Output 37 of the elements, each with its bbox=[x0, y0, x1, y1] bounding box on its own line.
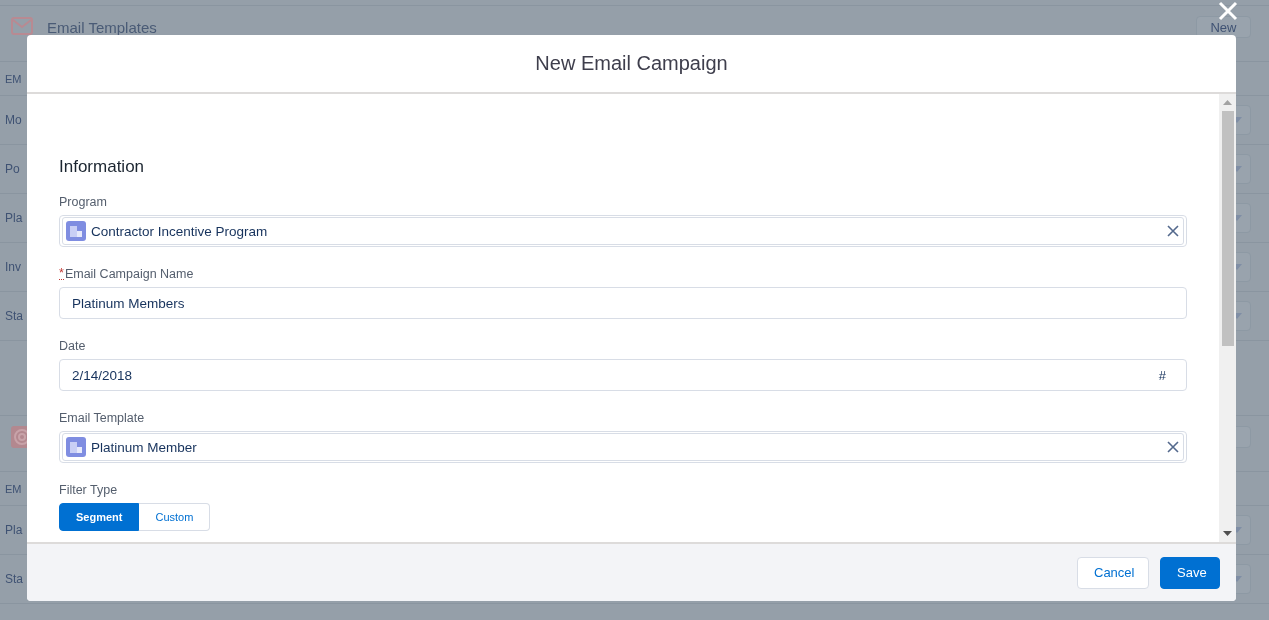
lookup-field[interactable]: Contractor Incentive Program bbox=[59, 215, 1187, 247]
record-icon bbox=[66, 437, 86, 457]
row-text: Inv bbox=[5, 260, 21, 274]
row-text: Sta bbox=[5, 572, 23, 586]
card-title: Email Templates bbox=[47, 19, 157, 36]
lookup-value: Platinum Member bbox=[91, 439, 198, 455]
filter-type-toggle[interactable]: Segment bbox=[59, 503, 140, 531]
envelope-icon bbox=[11, 16, 33, 36]
column-header: EM bbox=[5, 482, 22, 495]
required-mark: * bbox=[59, 267, 64, 280]
field-label: Email Template bbox=[59, 411, 145, 425]
row-text: Po bbox=[5, 162, 20, 176]
modal-title: New Email Campaign bbox=[535, 52, 728, 75]
row-text: Pla bbox=[5, 523, 23, 537]
row-text: Pla bbox=[5, 211, 23, 225]
column-header: EM bbox=[5, 72, 22, 85]
calendar-icon[interactable]: # bbox=[1158, 367, 1166, 383]
record-icon bbox=[66, 221, 86, 241]
section-title: Information bbox=[59, 157, 146, 177]
lookup-field[interactable]: Platinum Member bbox=[59, 431, 1187, 463]
lookup-value: Contractor Incentive Program bbox=[91, 223, 269, 239]
row-text: Sta bbox=[5, 309, 23, 323]
close-icon[interactable] bbox=[1217, 0, 1239, 22]
clear-icon[interactable] bbox=[1167, 441, 1179, 453]
cancel-button[interactable]: Cancel bbox=[1077, 556, 1149, 589]
field-label: Program bbox=[59, 195, 107, 209]
field-label: Date bbox=[59, 339, 86, 353]
clear-icon[interactable] bbox=[1167, 225, 1179, 237]
text-field[interactable]: Platinum Members bbox=[59, 287, 1187, 319]
save-button[interactable]: Save bbox=[1160, 556, 1220, 589]
scroll-down-icon[interactable] bbox=[1223, 531, 1232, 536]
row-text: Mo bbox=[5, 113, 22, 127]
field-label: Filter Type bbox=[59, 483, 118, 497]
date-field[interactable]: 2/14/2018 # bbox=[59, 359, 1187, 391]
scrollbar[interactable] bbox=[1219, 94, 1236, 542]
field-label: Email Campaign Name bbox=[64, 267, 194, 281]
filter-type-toggle[interactable]: Custom bbox=[139, 503, 211, 531]
